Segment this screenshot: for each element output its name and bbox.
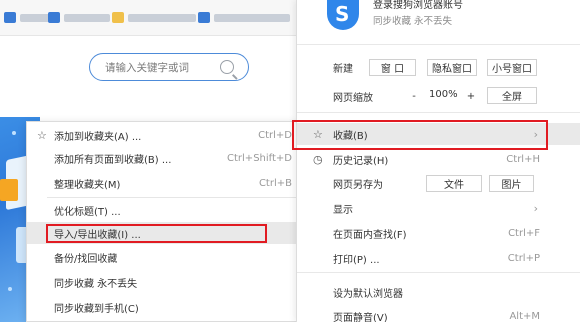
folder-icon [4, 12, 16, 23]
menu-item-optimize-titles[interactable]: 优化标题(T) ... [27, 199, 300, 221]
bookmark-item[interactable] [112, 11, 196, 24]
menu-item-sync-favorites[interactable]: 同步收藏 永不丢失 [27, 271, 300, 293]
menu-item-organize-favorites[interactable]: 整理收藏夹(M) Ctrl+B [27, 172, 300, 194]
zoom-in-button[interactable]: + [461, 88, 481, 105]
menu-separator [297, 272, 580, 273]
browser-logo-icon [327, 0, 359, 30]
chevron-right-icon: › [533, 127, 538, 141]
menu-item-set-default-browser[interactable]: 设为默认浏览器 [297, 281, 580, 303]
clock-icon: ◷ [313, 152, 323, 166]
account-title[interactable]: 登录搜狗浏览器账号 [373, 0, 463, 11]
menu-item-display[interactable]: 显示 › [297, 197, 580, 219]
private-window-button[interactable]: 隐私窗口 [427, 59, 477, 76]
new-label: 新建 [333, 64, 353, 75]
fullscreen-button[interactable]: 全屏 [487, 87, 537, 104]
menu-item-find-in-page[interactable]: 在页面内查找(F) Ctrl+F [297, 222, 580, 244]
account-subtitle: 同步收藏 永不丢失 [373, 16, 453, 27]
zoom-label: 网页缩放 [333, 93, 373, 104]
menu-item-print[interactable]: 打印(P) ... Ctrl+P [297, 247, 580, 269]
bookmark-bar [0, 0, 310, 36]
folder-icon [48, 12, 60, 23]
menu-item-favorites[interactable]: ☆ 收藏(B) › [297, 123, 580, 145]
star-icon: ☆ [313, 127, 323, 141]
menu-item-save-page-as[interactable]: 网页另存为 文件 图片 [297, 172, 580, 194]
folder-icon [112, 12, 124, 23]
menu-separator [297, 44, 580, 45]
chevron-right-icon: › [533, 201, 538, 215]
browser-main-menu: 登录搜狗浏览器账号 同步收藏 永不丢失 新建 窗 口 隐私窗口 小号窗口 网页缩… [296, 0, 581, 322]
save-as-file-button[interactable]: 文件 [426, 174, 482, 192]
bookmark-item[interactable] [198, 11, 290, 24]
menu-item-history[interactable]: ◷ 历史记录(H) Ctrl+H [297, 148, 580, 170]
menu-item-sync-to-phone[interactable]: 同步收藏到手机(C) [27, 296, 300, 318]
bookmark-item[interactable] [48, 11, 110, 24]
menu-separator [297, 112, 580, 113]
zoom-out-button[interactable]: - [404, 88, 424, 105]
star-icon: ☆ [37, 128, 47, 142]
small-window-button[interactable]: 小号窗口 [487, 59, 537, 76]
save-as-image-button[interactable]: 图片 [489, 174, 534, 192]
menu-item-backup-restore[interactable]: 备份/找回收藏 [27, 246, 300, 268]
favorites-submenu: ☆ 添加到收藏夹(A) ... Ctrl+D 添加所有页面到收藏(B) ... … [26, 121, 301, 322]
zoom-value: 100% [429, 89, 458, 100]
search-placeholder: 请输入关键字或词 [105, 62, 189, 74]
search-icon[interactable] [220, 60, 234, 74]
menu-item-add-all-pages[interactable]: 添加所有页面到收藏(B) ... Ctrl+Shift+D [27, 147, 300, 169]
menu-item-mute-page[interactable]: 页面静音(V) Alt+M [297, 305, 580, 322]
search-input[interactable]: 请输入关键字或词 [89, 53, 249, 81]
menu-separator [47, 197, 297, 198]
menu-item-import-export[interactable]: 导入/导出收藏(I) ... [27, 222, 300, 244]
menu-item-add-to-favorites[interactable]: ☆ 添加到收藏夹(A) ... Ctrl+D [27, 124, 300, 146]
new-window-button[interactable]: 窗 口 [369, 59, 416, 76]
bookmark-item[interactable] [4, 11, 52, 24]
folder-icon [198, 12, 210, 23]
